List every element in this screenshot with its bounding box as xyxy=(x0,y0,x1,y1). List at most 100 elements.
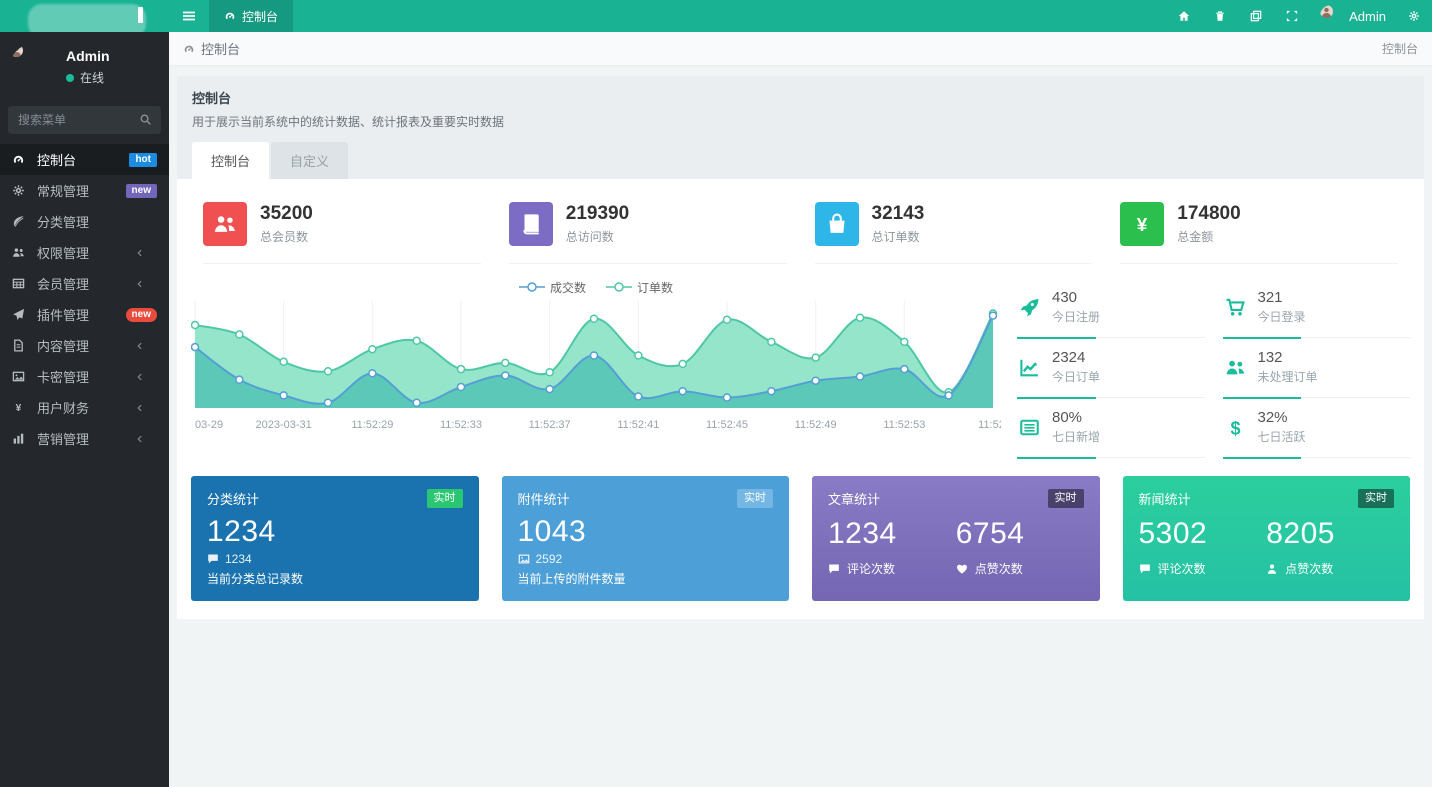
dashboard-icon xyxy=(224,10,236,22)
avatar xyxy=(1320,5,1342,27)
topbar-user-menu[interactable]: Admin xyxy=(1310,0,1396,32)
card-caption: 当前分类总记录数 xyxy=(207,572,304,586)
app-logo[interactable] xyxy=(0,0,169,32)
sidebar-item-label: 卡密管理 xyxy=(37,370,90,385)
card-caption: 当前上传的附件数量 xyxy=(517,572,626,586)
logo-mark xyxy=(138,7,143,23)
fullscreen-button[interactable] xyxy=(1274,0,1310,32)
app-root: Admin 在线 控制台 hot 常规管理 new 分类管理权限管理会员管理插件管理 ne… xyxy=(0,0,1432,787)
realtime-badge: 实时 xyxy=(1047,489,1084,508)
sidebar-item-label: 内容管理 xyxy=(37,339,90,354)
expand-icon xyxy=(1286,10,1298,22)
users-icon xyxy=(12,246,34,259)
mini-stat-today-orders: 2324 今日订单 xyxy=(1017,338,1205,399)
gauge-icon xyxy=(12,153,34,166)
mini-stat-label: 今日订单 xyxy=(1052,370,1101,384)
leaf-icon xyxy=(12,215,34,228)
menu-badge: new xyxy=(125,183,157,198)
mini-stat-value: 32% xyxy=(1257,409,1288,426)
stat-value: 35200 xyxy=(260,203,313,224)
mini-stats-grid: 430 今日注册 321 今日登录 2324 今日订单 132 未处理订单 80% 七日新增 $32… xyxy=(1017,278,1411,459)
users-icon xyxy=(203,202,247,246)
sidebar-item-dashboard[interactable]: 控制台 hot xyxy=(0,144,169,175)
card-title: 附件统计 xyxy=(517,492,570,507)
svg-text:¥: ¥ xyxy=(16,403,22,414)
copy-button[interactable] xyxy=(1238,0,1274,32)
sidebar-item-marketing[interactable]: 营销管理 xyxy=(0,423,169,454)
breadcrumb-right-label: 控制台 xyxy=(1381,42,1418,56)
topbar-user-name: Admin xyxy=(1349,8,1386,24)
sidebar-item-user-finance[interactable]: ¥ 用户财务 xyxy=(0,392,169,423)
cogs-icon xyxy=(1408,10,1420,22)
card-article-stats[interactable]: 文章统计 实时 1234 评论次数 6754 点赞次数 xyxy=(812,476,1100,601)
settings-cogs-button[interactable] xyxy=(1396,0,1432,32)
mini-stat-value: 321 xyxy=(1257,289,1283,306)
sidebar-user-status: 在线 xyxy=(80,71,105,85)
card-sub-value: 1234 xyxy=(225,552,252,566)
home-button[interactable] xyxy=(1166,0,1202,32)
card-attachment-stats[interactable]: 附件统计 实时 1043 2592 当前上传的附件数量 xyxy=(501,476,789,601)
panel-body: 35200 总会员数 219390 总访问数 32143 总订单数 ¥174800 总金额 成… xyxy=(177,179,1424,619)
stat-value: 32143 xyxy=(871,203,925,224)
sidebar-item-label: 常规管理 xyxy=(37,184,90,199)
mini-stat-today-login: 321 今日登录 xyxy=(1222,278,1411,339)
legend-item-成交数[interactable]: 成交数 xyxy=(518,279,586,296)
sidebar-item-content-manage[interactable]: 内容管理 xyxy=(0,330,169,361)
svg-text:03-29: 03-29 xyxy=(195,419,223,431)
chart-legend: 成交数 订单数 xyxy=(191,278,1001,296)
dashboard-panel: 控制台 用于展示当前系统中的统计数据、统计报表及重要实时数据 控制台 自定义 35… xyxy=(177,76,1424,619)
card-title: 分类统计 xyxy=(207,492,260,507)
copy-icon xyxy=(1250,10,1262,22)
search-icon[interactable] xyxy=(139,113,152,126)
page-subtitle: 用于展示当前系统中的统计数据、统计报表及重要实时数据 xyxy=(192,115,505,129)
breadcrumb-current[interactable]: 控制台 xyxy=(201,39,240,58)
mini-stat-label: 七日活跃 xyxy=(1257,430,1306,444)
stat-total-amount: ¥174800 总金额 xyxy=(1120,194,1398,264)
dashboard-icon xyxy=(183,43,195,55)
card-number: 1234 xyxy=(207,515,276,548)
tab-自定义[interactable]: 自定义 xyxy=(271,142,349,179)
sidebar-item-label: 插件管理 xyxy=(37,308,90,323)
trash-button[interactable] xyxy=(1202,0,1238,32)
card-number: 5302 xyxy=(1138,517,1208,550)
sidebar-item-member-manage[interactable]: 会员管理 xyxy=(0,268,169,299)
sidebar-item-addon-manage[interactable]: 插件管理 new xyxy=(0,299,169,330)
card-category-stats[interactable]: 分类统计 实时 1234 1234 当前分类总记录数 xyxy=(191,476,479,601)
angle-left-icon xyxy=(135,341,157,351)
sidebar-item-category-manage[interactable]: 分类管理 xyxy=(0,206,169,237)
topbar-tab-dashboard[interactable]: 控制台 xyxy=(209,0,294,32)
rocket-icon xyxy=(1019,297,1040,318)
mini-stat-label: 七日新增 xyxy=(1052,430,1101,444)
breadcrumb: 控制台 控制台 xyxy=(169,32,1432,66)
stat-label: 总会员数 xyxy=(260,230,309,244)
sidebar-item-cardkey-manage[interactable]: 卡密管理 xyxy=(0,361,169,392)
sidebar-item-label: 会员管理 xyxy=(37,277,90,292)
send-icon xyxy=(12,308,34,321)
card-number: 1234 xyxy=(828,517,897,550)
legend-item-订单数[interactable]: 订单数 xyxy=(606,279,673,296)
svg-text:11:52:49: 11:52:49 xyxy=(795,419,837,431)
card-number: 6754 xyxy=(955,517,1025,550)
sidebar-user-name: Admin xyxy=(66,48,110,64)
heart-icon xyxy=(956,563,968,575)
sidebar-item-auth-manage[interactable]: 权限管理 xyxy=(0,237,169,268)
mini-stat-value: 80% xyxy=(1052,409,1083,426)
panel-heading: 控制台 用于展示当前系统中的统计数据、统计报表及重要实时数据 控制台 自定义 xyxy=(177,76,1424,179)
sidebar-toggle-button[interactable] xyxy=(169,0,209,32)
tab-控制台[interactable]: 控制台 xyxy=(192,142,270,179)
card-number: 8205 xyxy=(1266,517,1335,550)
users-icon xyxy=(1225,357,1246,378)
summary-cards-row: 分类统计 实时 1234 1234 当前分类总记录数 附件统计 实时 1043 2592 当前上传… xyxy=(189,476,1412,601)
sidebar-menu: 控制台 hot 常规管理 new 分类管理 权限管理 会员管理 插件管理 new 内容管理 卡密管理… xyxy=(0,144,169,454)
image-icon xyxy=(12,370,34,383)
angle-left-icon xyxy=(135,279,157,289)
card-title: 文章统计 xyxy=(828,492,881,507)
realtime-badge: 实时 xyxy=(1358,489,1394,508)
card-news-stats[interactable]: 新闻统计 实时 5302 评论次数 8205 点赞次数 xyxy=(1122,476,1410,601)
sidebar-item-general-manage[interactable]: 常规管理 new xyxy=(0,175,169,206)
book-icon xyxy=(508,202,553,246)
card-number-label: 点赞次数 xyxy=(1285,562,1334,576)
mini-stat-value: 430 xyxy=(1052,289,1078,306)
svg-text:11:52:41: 11:52:41 xyxy=(617,419,659,431)
mini-stat-week-active: $32% 七日活跃 xyxy=(1222,398,1411,459)
